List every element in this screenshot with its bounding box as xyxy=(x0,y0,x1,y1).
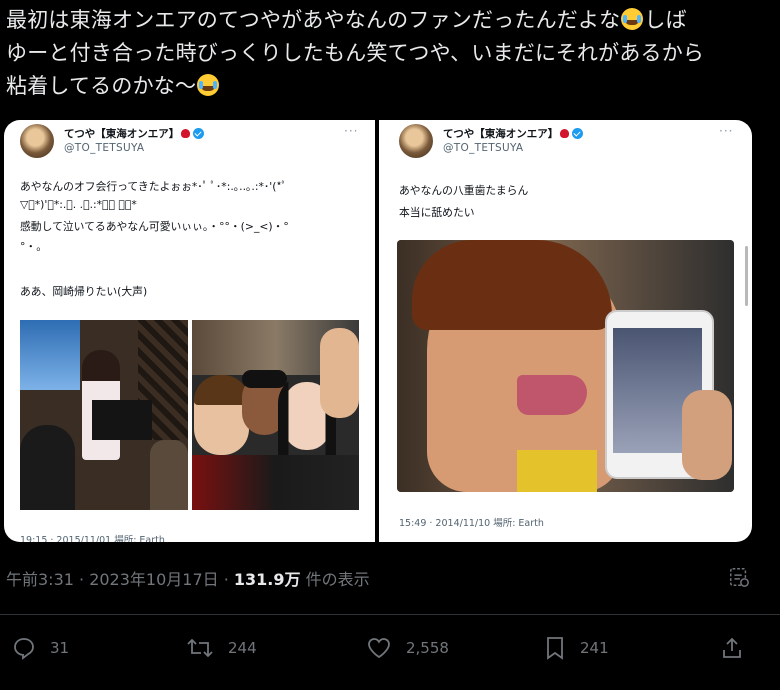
repost-count: 244 xyxy=(228,639,257,657)
rose-icon xyxy=(181,129,191,138)
rose-icon xyxy=(560,129,570,138)
view-count: 131.9万 xyxy=(233,570,301,589)
repost-button[interactable]: 244 xyxy=(186,635,257,661)
verified-badge-icon xyxy=(193,128,205,139)
shirt xyxy=(517,450,597,492)
cap xyxy=(242,370,287,388)
timestamp: 15:49 · 2014/11/10 場所: Earth xyxy=(399,518,544,529)
handle: @TO_TETSUYA xyxy=(64,142,145,154)
body-line: ああ、岡崎帰りたい(大声) xyxy=(20,285,148,298)
tongue xyxy=(517,375,587,415)
body-line: あやなんのオフ会行ってきたよぉぉ*･ﾟ ﾟ･*:.｡..｡.:*･'(*ﾟ xyxy=(20,180,287,193)
share-button[interactable] xyxy=(720,635,744,661)
like-button[interactable]: 2,558 xyxy=(366,635,449,661)
body-line: 本当に舐めたい xyxy=(399,206,475,219)
body-line: ▽ﾟ*)'･*:.｡. .｡.:*･ﾟ ﾟ･* xyxy=(20,198,137,211)
verified-badge-icon xyxy=(572,128,584,139)
avatar xyxy=(20,124,54,158)
audience-person xyxy=(150,440,188,510)
face-with-tears-of-joy-icon xyxy=(621,8,644,30)
embedded-screenshot-right[interactable]: てつや【東海オンエア】 @TO_TETSUYA ··· あやなんの八重歯たまらん… xyxy=(379,120,752,542)
hand xyxy=(682,390,732,480)
face-with-tears-of-joy-icon xyxy=(197,74,220,96)
music-stand xyxy=(92,400,152,440)
display-name: てつや【東海オンエア】 xyxy=(443,126,584,141)
body-line: あやなんの八重歯たまらん xyxy=(399,184,529,197)
tweet-media[interactable]: てつや【東海オンエア】 @TO_TETSUYA ··· あやなんのオフ会行ってき… xyxy=(4,120,752,542)
reply-icon xyxy=(14,638,34,660)
body-line: °・。 xyxy=(20,240,47,253)
projector-screen xyxy=(20,320,80,390)
scrollbar[interactable] xyxy=(745,246,748,306)
reply-button[interactable]: 31 xyxy=(12,635,69,661)
avatar xyxy=(399,124,433,158)
embedded-screenshot-left[interactable]: てつや【東海オンエア】 @TO_TETSUYA ··· あやなんのオフ会行ってき… xyxy=(4,120,375,542)
photo-selfie[interactable] xyxy=(192,320,359,510)
face-4 xyxy=(320,328,359,418)
bookmark-icon xyxy=(547,637,563,660)
more-icon[interactable]: ··· xyxy=(719,124,733,138)
display-name: てつや【東海オンエア】 xyxy=(64,126,205,141)
bookmark-button[interactable]: 241 xyxy=(544,635,609,661)
tweet-line-3: 粘着してるのかな〜 xyxy=(6,74,197,98)
more-icon[interactable]: ··· xyxy=(344,124,358,138)
heart-icon xyxy=(368,638,390,659)
audience-head xyxy=(20,425,75,510)
divider xyxy=(0,614,780,615)
analytics-icon[interactable] xyxy=(728,566,750,588)
handle: @TO_TETSUYA xyxy=(443,142,524,154)
reply-count: 31 xyxy=(50,639,70,657)
repost-icon xyxy=(187,638,213,658)
body-line: 感動して泣いてるあやなん可愛いぃぃ。・°°・(>_<)・° xyxy=(20,220,289,233)
clothes xyxy=(192,455,359,510)
like-count: 2,558 xyxy=(406,639,449,657)
timestamp: 19:15 · 2015/11/01 場所: Earth xyxy=(20,535,165,542)
photo-event[interactable] xyxy=(20,320,188,510)
bookmark-count: 241 xyxy=(580,639,609,657)
tweet-line-1b: しば xyxy=(644,8,687,32)
share-icon xyxy=(723,637,741,658)
hair-1 xyxy=(194,375,249,405)
tweet-line-2: ゆーと付き合った時びっくりしたもん笑てつや、いまだにそれがあるから xyxy=(6,41,705,65)
tweet-text: 最初は東海オンエアのてつやがあやなんのファンだったんだよな しば ゆーと付き合った… xyxy=(6,4,776,103)
view-count-line: 午前3:31 · 2023年10月17日 · 131.9万 件の表示 xyxy=(6,570,370,589)
tweet-line-1a: 最初は東海オンエアのてつやがあやなんのファンだったんだよな xyxy=(6,8,621,32)
photo-phone[interactable] xyxy=(397,240,734,492)
